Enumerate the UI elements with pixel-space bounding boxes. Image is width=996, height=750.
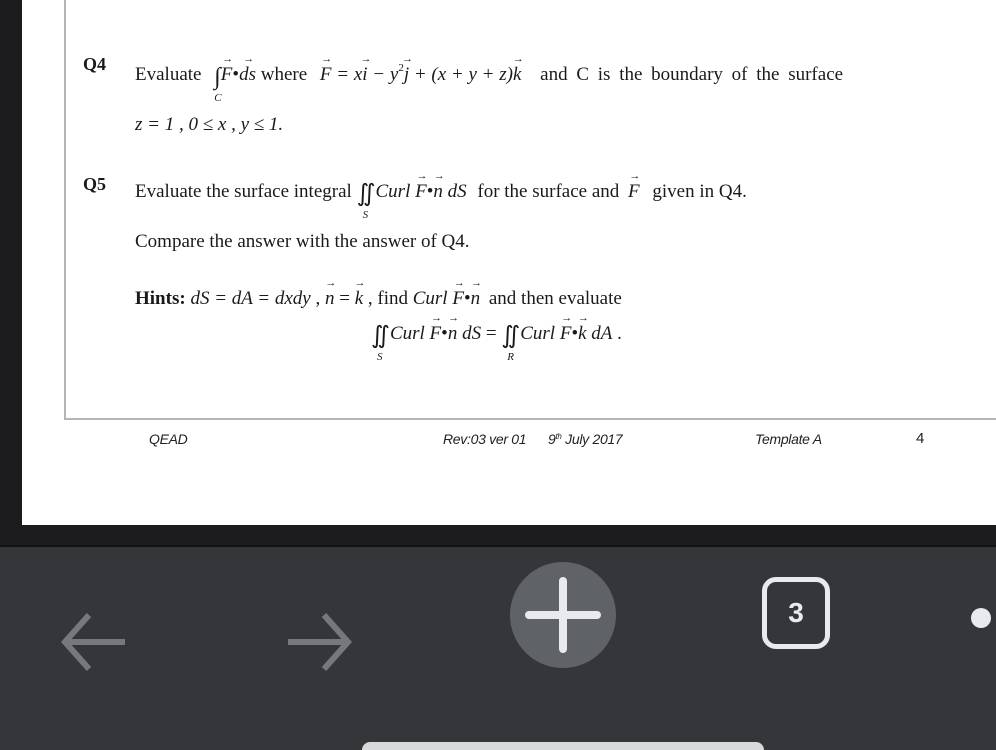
date-month-year: July 2017 (561, 431, 623, 447)
forward-button[interactable] (270, 602, 370, 682)
dot-operator: • (463, 288, 471, 309)
hint-find-text: , find (367, 288, 408, 309)
unit-vector-i: i (362, 64, 367, 86)
period: . (612, 323, 622, 344)
arrow-left-icon (60, 613, 125, 671)
vector-f: F (628, 181, 640, 203)
hint-then-text: and then evaluate (488, 288, 622, 309)
date-day: 9 (548, 431, 556, 447)
question-4-label: Q4 (83, 54, 107, 74)
dot-operator: • (441, 323, 448, 344)
equals: = (481, 323, 502, 344)
curl-text: Curl (412, 288, 448, 309)
surface-integral-symbol: ∬ R (501, 323, 521, 363)
question-5-line-2: Compare the answer with the answer of Q4… (135, 231, 470, 252)
footer-revision: Rev:03 ver 01 (443, 431, 527, 447)
integral-subscript-c: C (214, 92, 222, 104)
ds-text: dS (462, 323, 482, 344)
page-number: 4 (916, 430, 925, 447)
arrow-right-icon (288, 613, 353, 671)
question-5-line-1: Evaluate the surface integral ∬SCurl F•n… (135, 181, 747, 221)
hints-label: Hints: (135, 288, 186, 309)
vector-ds: ds (239, 64, 256, 86)
q5-tail-text: for the surface and (477, 181, 620, 202)
curl-text: Curl (389, 323, 425, 344)
comma: , (315, 288, 321, 309)
vector-f: F (452, 288, 464, 310)
curl-text: Curl (375, 181, 411, 202)
tab-switcher-button[interactable]: 3 (762, 577, 830, 649)
vector-f: F (221, 64, 233, 86)
curl-text: Curl (520, 323, 556, 344)
footer-org: QEAD (149, 431, 188, 447)
hints-line-1: Hints: dS = dA = dxdy , n = k , find Cur… (135, 288, 622, 310)
footer-date: 9th July 2017 (548, 431, 623, 447)
vector-f: F (415, 181, 427, 203)
da-text: dA (591, 323, 613, 344)
plus-icon (525, 577, 601, 653)
new-tab-button[interactable] (510, 562, 616, 668)
menu-button[interactable] (966, 603, 996, 633)
q4-where-text: where (260, 64, 308, 85)
unit-vector-k: k (578, 323, 586, 345)
q5-intro-text: Evaluate the surface integral (135, 181, 352, 202)
question-4-line-2: z = 1 , 0 ≤ x , y ≤ 1. (135, 114, 284, 135)
document-page: Q4 Evaluate ∫CF•ds where F = xi − y2j + … (22, 0, 996, 525)
dot-operator: • (571, 323, 579, 344)
surface-integral-symbol: ∬ S (356, 181, 376, 221)
vector-f: F (560, 323, 572, 345)
f-def-y: − y (367, 64, 399, 85)
back-button[interactable] (48, 602, 138, 682)
q5-given-text: given in Q4. (652, 181, 747, 202)
vector-n: n (471, 288, 481, 310)
question-5-label: Q5 (83, 174, 107, 194)
dot-operator: • (426, 181, 434, 202)
ds-text: dS (447, 181, 467, 202)
integral-subscript-s: S (377, 351, 383, 363)
unit-vector-k: k (355, 288, 363, 310)
hint-differential-equality: dS = dA = dxdy (190, 288, 311, 309)
home-indicator[interactable] (362, 742, 764, 750)
question-4-line-1: Evaluate ∫CF•ds where F = xi − y2j + (x … (135, 62, 844, 104)
hints-line-2-equation: ∬SCurl F•n dS = ∬RCurl F•k dA . (371, 323, 622, 363)
equals: = (334, 288, 355, 309)
vector-n: n (325, 288, 335, 310)
vector-n: n (433, 181, 443, 203)
unit-vector-k: k (513, 64, 521, 86)
vector-n: n (448, 323, 458, 345)
surface-integral-symbol: ∬ S (371, 323, 390, 363)
browser-bottom-toolbar: 3 (0, 547, 996, 750)
f-def-xyz: + (x + y + z) (409, 64, 513, 85)
footer-template: Template A (755, 431, 822, 447)
line-integral-symbol: ∫ C (214, 64, 222, 104)
integral-subscript-r: R (507, 351, 515, 363)
more-dots-icon (971, 608, 991, 628)
tab-count: 3 (788, 597, 804, 628)
dot-operator: • (232, 64, 240, 85)
f-def-x: = x (331, 64, 363, 85)
vector-f: F (430, 323, 442, 345)
unit-vector-j: j (404, 64, 409, 86)
q4-boundary-text: and C is the boundary of the surface (540, 64, 844, 85)
q4-evaluate-text: Evaluate (135, 64, 202, 85)
vector-f-definition: F (320, 64, 332, 86)
integral-subscript-s: S (362, 209, 369, 221)
